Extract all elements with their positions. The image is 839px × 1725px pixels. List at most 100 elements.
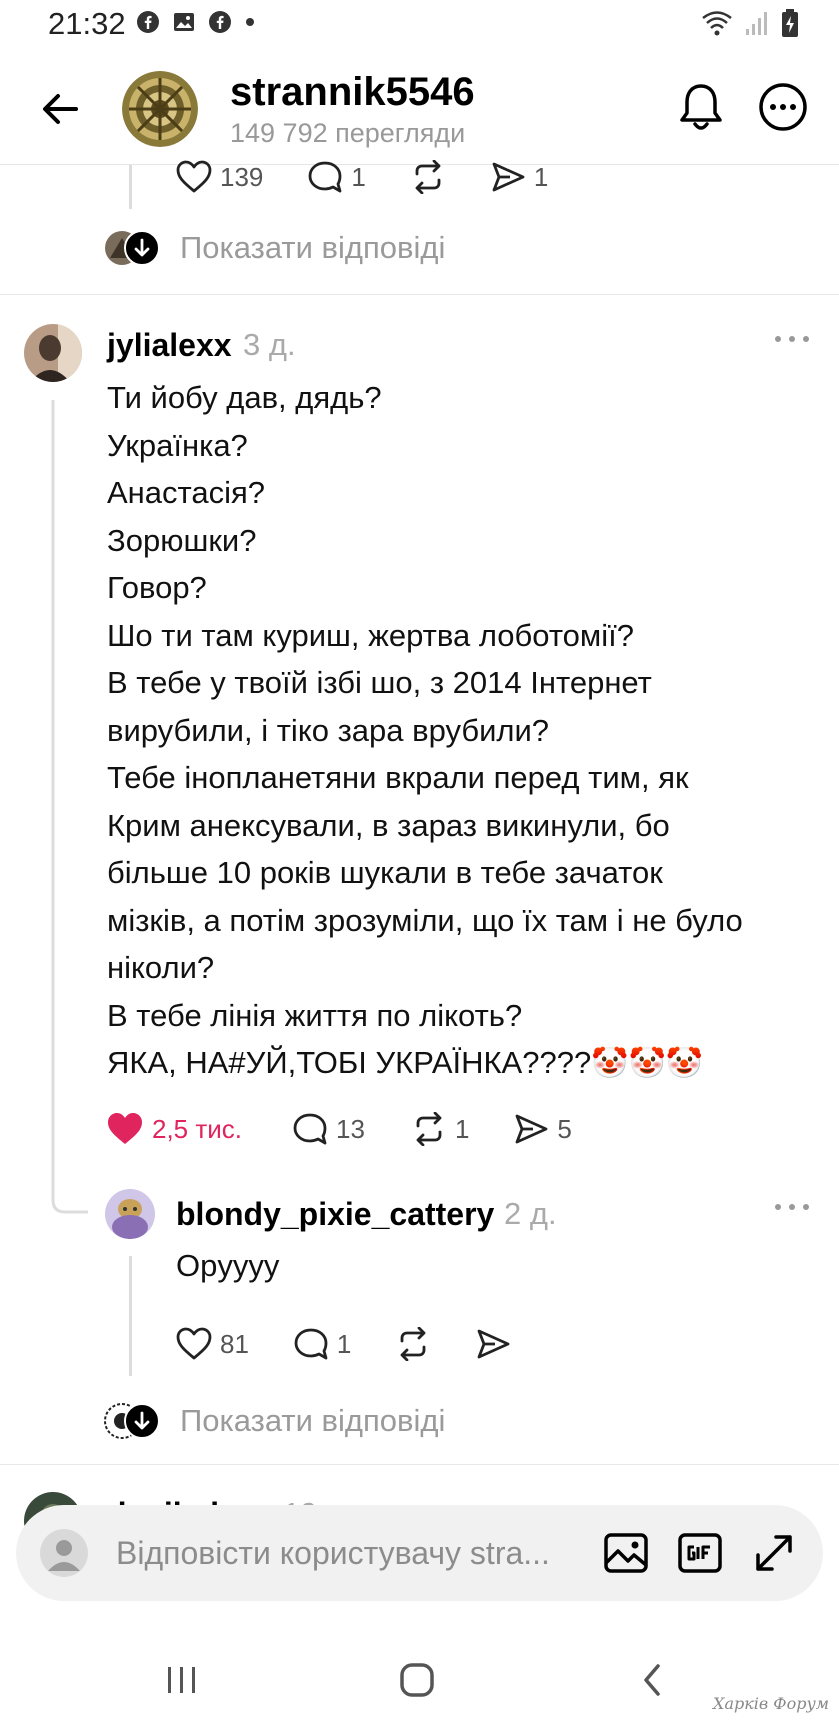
my-avatar (40, 1529, 88, 1577)
comment-line: В тебе у твоїй ізбі шо, з 2014 Інтернет (107, 665, 652, 700)
reply-button[interactable]: 1 (293, 1327, 351, 1361)
attach-image-button[interactable] (602, 1529, 650, 1577)
comment-body: Ти йобу дав, дядь? Українка? Анастасія? … (107, 374, 827, 1087)
repost-button[interactable] (395, 1327, 431, 1361)
repost-button[interactable] (410, 160, 446, 194)
reply-button[interactable]: 13 (292, 1112, 365, 1146)
repost-button[interactable]: 1 (411, 1112, 469, 1146)
user-photo (105, 1189, 155, 1239)
heart-filled-icon (108, 1113, 142, 1144)
comment-line: Зорюшки? (107, 522, 257, 558)
battery-charging-icon (782, 9, 798, 37)
comment-time: 3 д. (243, 327, 296, 362)
repost-icon (416, 1112, 442, 1146)
comment-username[interactable]: jylialexx (107, 327, 232, 364)
chevron-left-icon (644, 1664, 660, 1696)
reply-count: 1 (351, 161, 366, 192)
send-icon (477, 1329, 510, 1359)
share-button[interactable] (475, 1327, 511, 1361)
like-button[interactable]: 2,5 тис. (106, 1112, 242, 1146)
comment-line: ніколи? (107, 950, 215, 985)
arrow-left-icon (43, 94, 78, 124)
like-button[interactable]: 81 (176, 1327, 249, 1361)
show-replies-button[interactable]: Показати відповіді (104, 228, 445, 268)
home-button[interactable] (392, 1660, 442, 1700)
back-nav-button[interactable] (628, 1660, 678, 1700)
comment-actions: 2,5 тис. 13 1 5 (106, 1112, 572, 1146)
heart-icon (176, 160, 212, 193)
thread-line (129, 1256, 132, 1376)
repost-count: 1 (454, 1113, 470, 1144)
share-count: 5 (557, 1113, 572, 1144)
comment-line: Говор? (107, 570, 207, 605)
send-icon (516, 1114, 548, 1144)
thread-line (129, 165, 132, 209)
back-button[interactable] (38, 86, 84, 132)
gallery-icon (174, 13, 194, 31)
profile-username[interactable]: strannik5546 (230, 70, 475, 115)
watermark: Харків Форум (713, 1694, 829, 1713)
profile-avatar[interactable] (122, 71, 198, 147)
comment-line: Українка? (107, 427, 248, 463)
reply-username[interactable]: blondy_pixie_cattery (176, 1196, 494, 1233)
user-placeholder-icon (40, 1529, 88, 1577)
share-count: 1 (533, 161, 549, 192)
wifi-icon (702, 11, 732, 36)
comment-more-button[interactable] (772, 329, 812, 349)
comment-line: Ти йобу дав, дядь? (107, 380, 382, 415)
share-button[interactable]: 1 (490, 160, 548, 194)
notification-icons (136, 10, 256, 34)
more-options-button[interactable] (758, 82, 808, 132)
recent-apps-button[interactable] (157, 1660, 207, 1700)
comment-line: більше 10 років шукали в тебе зачаток (107, 855, 663, 890)
reply-actions: 81 1 (176, 1327, 511, 1361)
image-icon (604, 1533, 648, 1573)
gif-icon (678, 1533, 722, 1573)
reply-avatar[interactable] (105, 1189, 155, 1239)
reply-avatars (104, 1403, 160, 1439)
expand-down-icon (124, 230, 160, 266)
repost-icon (400, 1327, 426, 1361)
comment-icon (294, 1328, 328, 1360)
reply-connector-line (51, 400, 88, 1214)
show-replies-label: Показати відповіді (180, 1403, 446, 1438)
share-button[interactable]: 5 (513, 1112, 572, 1146)
show-replies-button[interactable]: Показати відповіді (104, 1401, 445, 1441)
comment-avatar[interactable] (24, 324, 82, 382)
heart-icon (176, 1327, 212, 1360)
more-horizontal-icon (759, 83, 807, 131)
comment-line: В тебе лінія життя по лікоть? (107, 997, 523, 1033)
reply-count: 13 (336, 1113, 365, 1144)
comment-line: мізків, а потім зрозуміли, що їх там і н… (107, 902, 743, 938)
gif-button[interactable] (676, 1529, 724, 1577)
like-count: 81 (220, 1328, 249, 1359)
facebook-icon (209, 11, 231, 33)
reply-compose-bar (16, 1505, 823, 1601)
home-icon (400, 1663, 434, 1697)
reply-input[interactable] (116, 1523, 596, 1583)
comment-line: Крим анексували, в зараз викинули, бо (107, 807, 670, 843)
comment-icon (308, 161, 342, 193)
facebook-icon (137, 11, 159, 33)
ornament-avatar-image (122, 71, 198, 147)
reply-more-button[interactable] (772, 1197, 812, 1217)
expand-down-icon (124, 1403, 160, 1439)
show-replies-label: Показати відповіді (180, 230, 446, 265)
divider (0, 294, 839, 295)
expand-diagonal-icon (756, 1535, 792, 1571)
notifications-button[interactable] (676, 80, 726, 134)
expand-compose-button[interactable] (750, 1529, 798, 1577)
status-bar: 21:32 (0, 0, 839, 50)
clown-emoji: 🤡🤡🤡 (591, 1047, 704, 1080)
system-icons (701, 8, 799, 38)
comment-icon (293, 1113, 327, 1145)
like-button[interactable]: 139 (176, 160, 263, 194)
recent-apps-icon (168, 1667, 195, 1693)
more-horizontal-icon (775, 336, 809, 342)
reply-button[interactable]: 1 (307, 160, 366, 194)
reply-count: 1 (336, 1328, 352, 1359)
comment-line: Анастасія? (107, 475, 266, 510)
divider (0, 1464, 839, 1465)
reply-time: 2 д. (504, 1196, 557, 1231)
like-count: 139 (220, 161, 264, 192)
